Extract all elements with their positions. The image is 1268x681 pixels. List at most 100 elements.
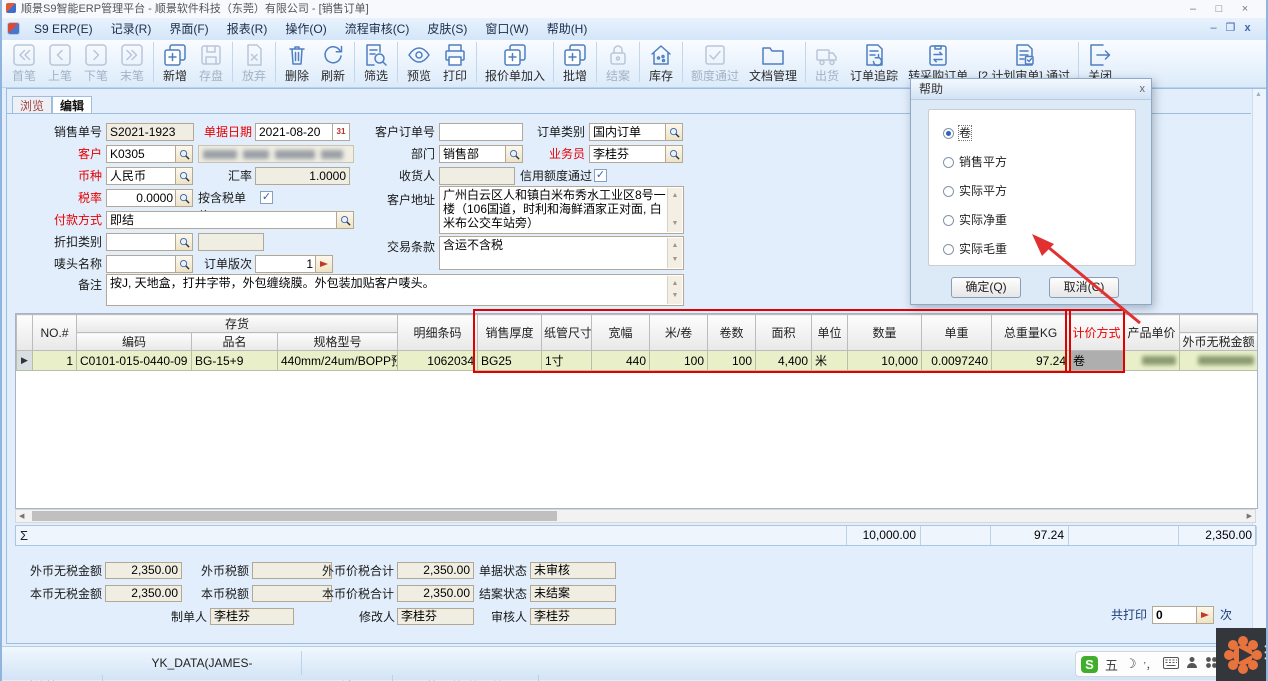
cell-name[interactable]: BG-15+9	[192, 351, 278, 371]
sales-no-field[interactable]: S2021-1923	[106, 123, 194, 141]
column-header-tweight[interactable]: 总重量KG	[992, 315, 1070, 351]
toolbar-button-inventory[interactable]: 库存	[643, 40, 679, 84]
tab-edit[interactable]: 编辑	[52, 96, 92, 114]
lookup-icon[interactable]	[175, 146, 192, 162]
radio-option[interactable]: 销售平方	[943, 153, 1007, 167]
rate-field[interactable]: 1.0000	[255, 167, 350, 185]
column-header-code[interactable]: 编码	[77, 333, 192, 351]
lookup-icon[interactable]	[175, 234, 192, 250]
column-header-no[interactable]: NO.#	[33, 315, 77, 351]
cell-pricing[interactable]: 卷	[1070, 351, 1124, 371]
row-pointer-icon[interactable]: ▶	[17, 351, 33, 371]
column-header-tube[interactable]: 纸管尺寸	[542, 315, 592, 351]
moon-icon[interactable]: ☽	[1125, 656, 1137, 672]
calendar-icon[interactable]: 31	[332, 124, 349, 140]
lookup-icon[interactable]	[505, 146, 522, 162]
cancel-button[interactable]: 取消(C)	[1049, 277, 1119, 298]
screen-recorder-logo[interactable]: •••	[1216, 628, 1268, 681]
column-header-spec[interactable]: 规格型号	[278, 333, 398, 351]
mark-name-field[interactable]	[106, 255, 193, 273]
radio-icon[interactable]	[943, 215, 954, 226]
grid-horizontal-scrollbar[interactable]: ◀ ▶	[15, 509, 1256, 523]
radio-option[interactable]: 实际毛重	[943, 240, 1007, 254]
tax-rate-field[interactable]: 0.0000	[106, 189, 193, 207]
help-dialog-title[interactable]: 帮助 x	[911, 79, 1151, 100]
tax-incl-checkbox[interactable]: ✓	[260, 191, 273, 204]
mdi-minimize-button[interactable]: –	[1205, 22, 1222, 34]
lookup-icon[interactable]	[175, 168, 192, 184]
radio-icon[interactable]	[943, 157, 954, 168]
mdi-restore-button[interactable]: ❐	[1222, 21, 1239, 34]
radio-option[interactable]: 实际平方	[943, 182, 1007, 196]
keyboard-icon[interactable]	[1163, 657, 1179, 672]
toolbar-button-quoteadd[interactable]: 报价单加入	[480, 40, 550, 84]
discount-field[interactable]	[106, 233, 193, 251]
cell-tube[interactable]: 1寸	[542, 351, 592, 371]
doc-date-field[interactable]: 2021-08-20 31	[255, 123, 350, 141]
cell-uweight[interactable]: 0.0097240	[922, 351, 992, 371]
cell-no[interactable]: 1	[33, 351, 77, 371]
lookup-icon[interactable]	[175, 190, 192, 206]
cell-tweight[interactable]: 97.24	[992, 351, 1070, 371]
cell-thickness[interactable]: BG25	[478, 351, 542, 371]
column-header-uprice[interactable]: 产品单价	[1124, 315, 1180, 351]
toolbar-button-print[interactable]: 打印	[437, 40, 473, 84]
column-header-uweight[interactable]: 单重	[922, 315, 992, 351]
salesman-field[interactable]: 李桂芬	[589, 145, 683, 163]
ok-button[interactable]: 确定(Q)	[951, 277, 1021, 298]
cell-spec[interactable]: 440mm/24um/BOPP预涂...	[278, 351, 398, 371]
column-header-barcode[interactable]: 明细条码	[398, 315, 478, 351]
textarea-scrollbar[interactable]: ▲▼	[667, 276, 682, 304]
column-header-famount[interactable]: 外币无税金额	[1180, 333, 1258, 351]
menu-item[interactable]: 报表(R)	[218, 18, 277, 40]
minimize-button[interactable]: –	[1180, 0, 1206, 18]
lookup-icon[interactable]	[175, 256, 192, 272]
close-button[interactable]: ×	[1232, 0, 1258, 18]
menu-item[interactable]: S9 ERP(E)	[25, 18, 102, 40]
toolbar-button-batchadd[interactable]: 批增	[557, 40, 593, 84]
radio-option[interactable]: 实际净重	[943, 211, 1007, 225]
column-header-thickness[interactable]: 销售厚度	[478, 315, 542, 351]
toolbar-button-refresh[interactable]: 刷新	[315, 40, 351, 84]
remark-textarea[interactable]: 按J, 天地盒，打井字带，外包缠绕膜。外包装加贴客户唛头。 ▲▼	[106, 274, 684, 306]
order-ver-field[interactable]: 1	[255, 255, 333, 273]
consignee-field[interactable]	[439, 167, 515, 185]
column-header-area[interactable]: 面积	[756, 315, 812, 351]
mdi-close-button[interactable]: x	[1239, 22, 1256, 34]
cell-qty[interactable]: 10,000	[848, 351, 922, 371]
cell-unit[interactable]: 米	[812, 351, 848, 371]
toolbar-button-del[interactable]: 删除	[279, 40, 315, 84]
lookup-icon[interactable]	[665, 146, 682, 162]
print-count-field[interactable]: 0	[1152, 606, 1214, 624]
radio-icon[interactable]	[943, 186, 954, 197]
customer-po-field[interactable]	[439, 123, 523, 141]
column-header-mroll[interactable]: 米/卷	[650, 315, 708, 351]
punctuation-icon[interactable]: ’，	[1144, 657, 1156, 672]
lookup-icon[interactable]	[665, 124, 682, 140]
cell-code[interactable]: C0101-015-0440-09	[77, 351, 192, 371]
maximize-button[interactable]: □	[1206, 0, 1232, 18]
ime-toolbar[interactable]: S 五 ☽ ’，	[1075, 651, 1224, 677]
wubi-mode-icon[interactable]: 五	[1105, 655, 1118, 674]
sogou-icon[interactable]: S	[1081, 656, 1098, 673]
scrollbar-thumb[interactable]	[32, 511, 557, 521]
spinner-icon[interactable]	[315, 256, 332, 272]
toolbar-button-ordertrack[interactable]: 订单追踪	[845, 40, 903, 84]
radio-option[interactable]: 卷	[943, 124, 971, 138]
column-header-qty[interactable]: 数量	[848, 315, 922, 351]
column-header-rolls[interactable]: 卷数	[708, 315, 756, 351]
cell-area[interactable]: 4,400	[756, 351, 812, 371]
user-icon[interactable]	[1186, 656, 1198, 672]
cell-famount[interactable]	[1180, 351, 1258, 371]
menu-item[interactable]: 记录(R)	[102, 18, 161, 40]
credit-pass-checkbox[interactable]: ✓	[594, 169, 607, 182]
menu-item[interactable]: 流程审核(C)	[336, 18, 419, 40]
currency-field[interactable]: 人民币	[106, 167, 193, 185]
toolbar-button-docmanage[interactable]: 文档管理	[744, 40, 802, 84]
menu-item[interactable]: 窗口(W)	[476, 18, 537, 40]
column-header-pricing[interactable]: 计价方式	[1070, 315, 1124, 351]
radio-icon[interactable]	[943, 244, 954, 255]
payment-field[interactable]: 即结	[106, 211, 354, 229]
trade-terms-textarea[interactable]: 含运不含税 ▲▼	[439, 236, 684, 270]
customer-field[interactable]: K0305	[106, 145, 193, 163]
